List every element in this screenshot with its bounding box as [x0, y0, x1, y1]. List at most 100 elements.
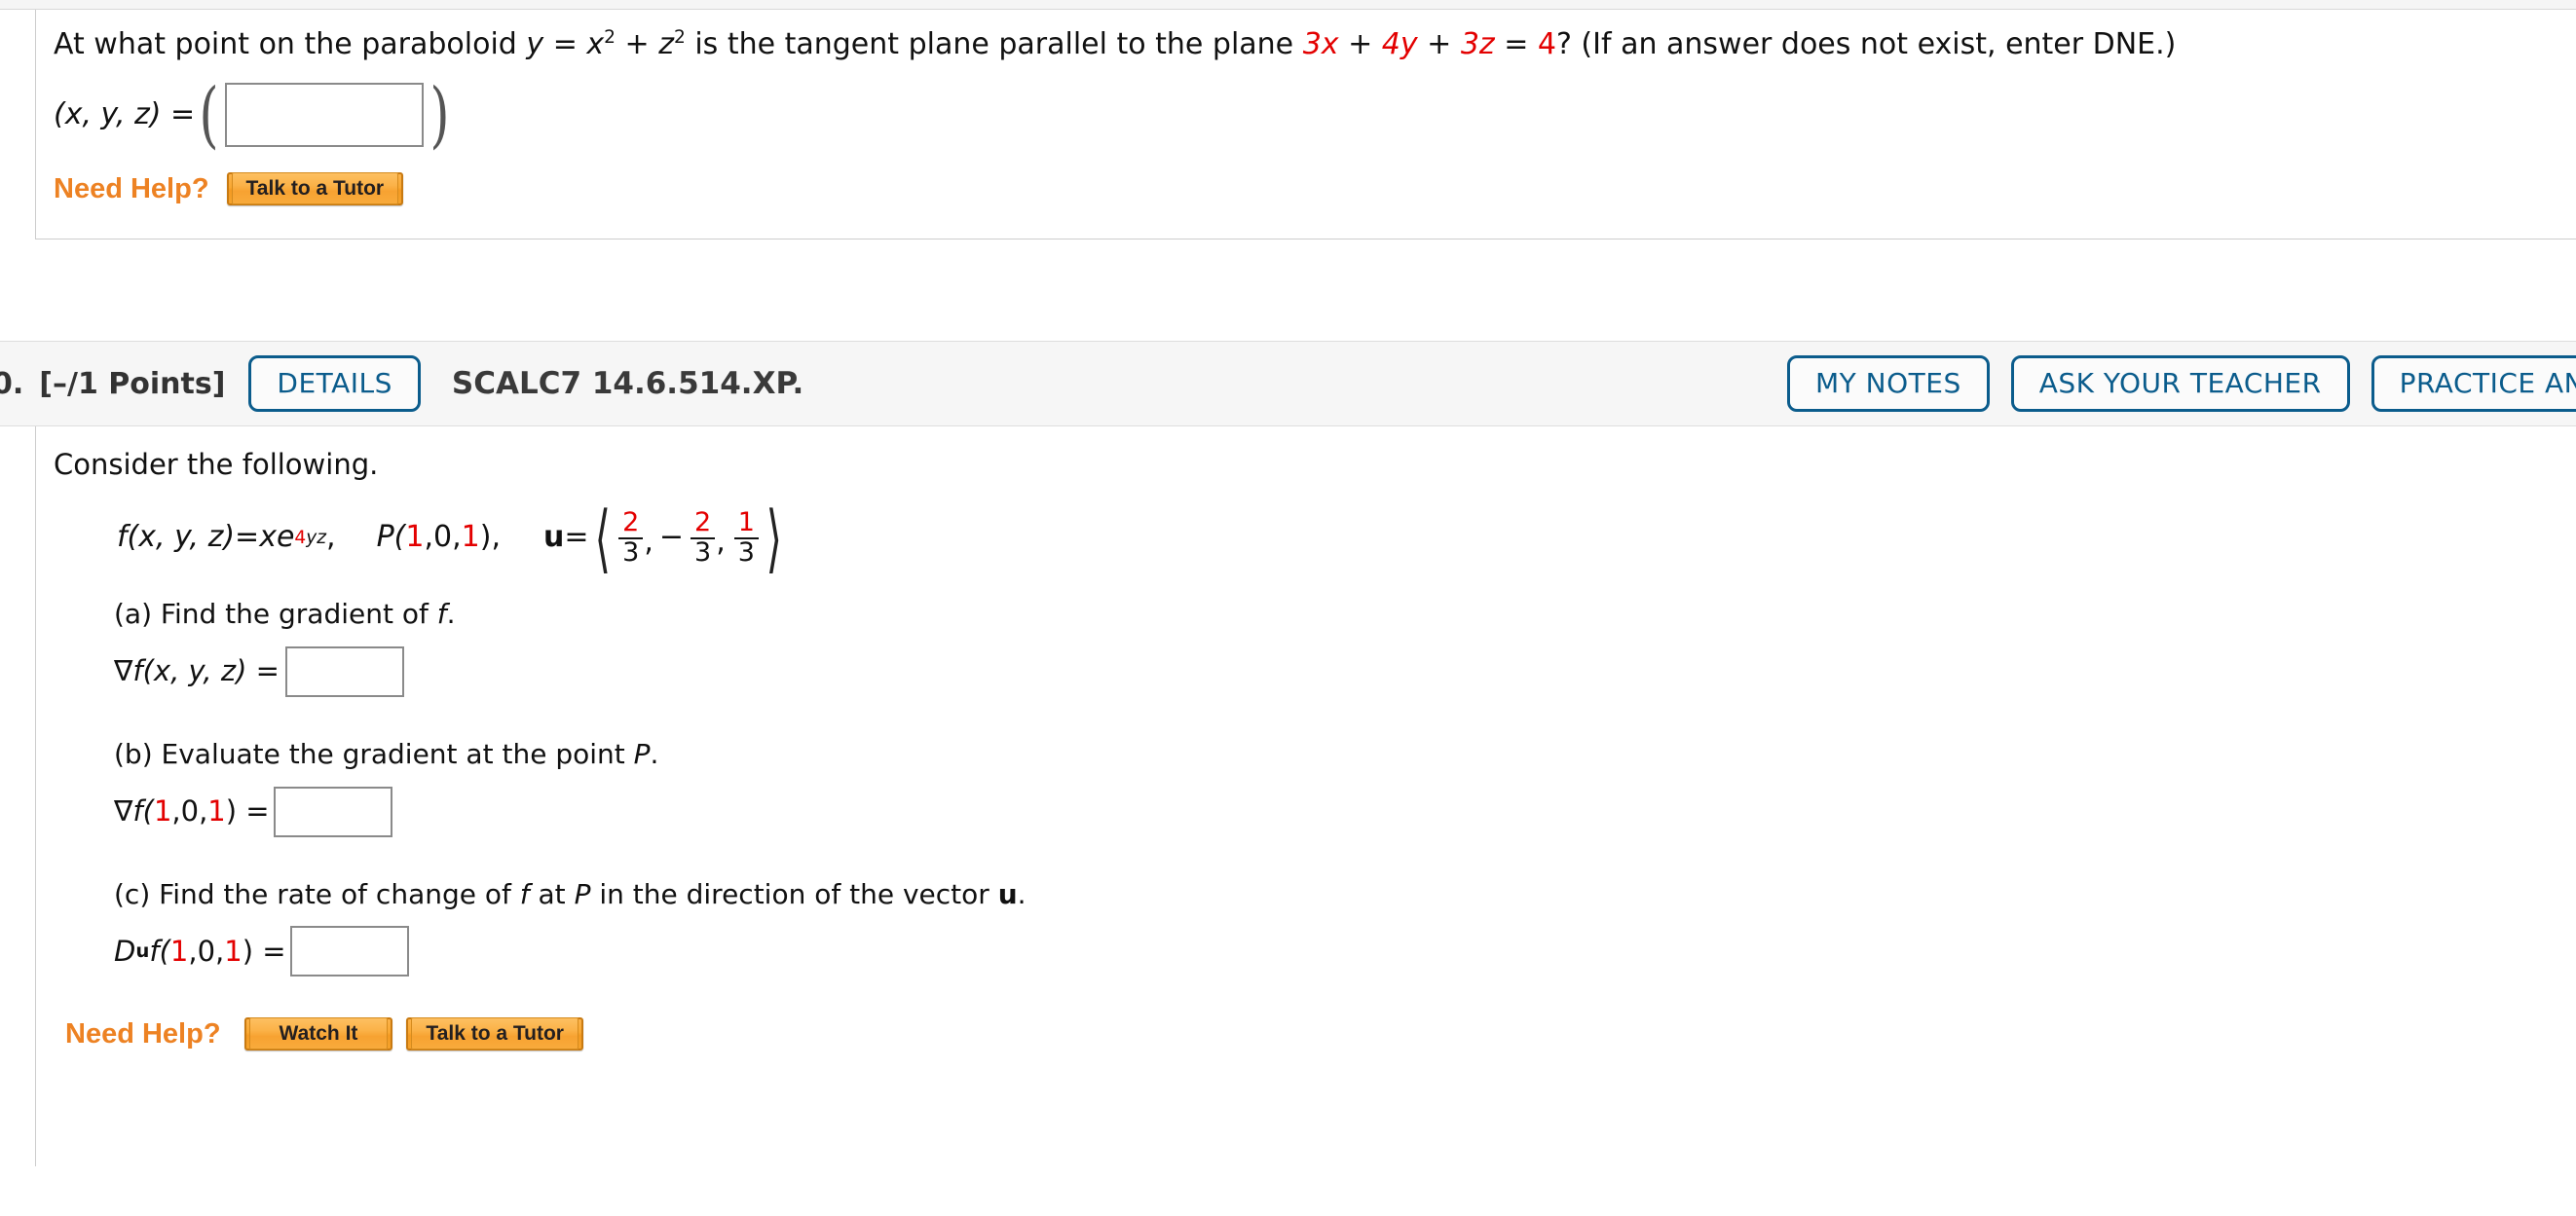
- question-2-header-right: MY NOTES ASK YOUR TEACHER PRACTICE ANOTH…: [1766, 355, 2576, 413]
- part-b-prompt-point: P: [633, 737, 651, 770]
- vector-component-2-sign: −: [658, 520, 685, 555]
- part-a-answer-label: ∇f(x, y, z) =: [114, 654, 280, 688]
- part-b-coord-1: 1: [153, 793, 172, 828]
- angle-bracket-close-icon: ⟩: [765, 495, 782, 582]
- part-c-coord-2: 1: [224, 934, 243, 968]
- open-paren: (: [199, 72, 219, 157]
- question-1-body: At what point on the paraboloid y = x2 +…: [35, 10, 2576, 240]
- part-c-sep-1: ,: [188, 934, 198, 968]
- question-code: SCALC7 14.6.514.XP.: [451, 366, 804, 402]
- angle-bracket-open-icon: ⟨: [595, 495, 612, 582]
- part-c-answer-row: Du f(1, 0, 1) =: [114, 926, 2576, 977]
- part-b-sep-2: ,: [199, 793, 208, 828]
- part-b-answer-row: ∇f(1, 0, 1) =: [114, 786, 2576, 837]
- part-b-sep-1: ,: [171, 793, 181, 828]
- part-b-close: ) =: [225, 793, 270, 828]
- part-c: (c) Find the rate of change of f at P in…: [114, 876, 2576, 977]
- vector-component-2-denominator: 3: [691, 536, 716, 567]
- point-sep-1: ,: [424, 520, 433, 555]
- part-b: (b) Evaluate the gradient at the point P…: [114, 736, 2576, 837]
- plane-term-3z: 3z: [1460, 27, 1495, 61]
- function-expression: xe: [259, 520, 295, 555]
- prompt-text-post: ? (If an answer does not exist, enter DN…: [1555, 27, 2177, 61]
- part-c-directional-d: D: [114, 934, 136, 968]
- part-c-prompt-vector: u: [997, 877, 1018, 910]
- vector-component-3: 1 3: [733, 507, 759, 567]
- talk-to-tutor-label-2: Talk to a Tutor: [411, 1017, 579, 1050]
- part-c-prompt-text-1: (c) Find the rate of change of: [114, 877, 520, 910]
- point-close: ),: [479, 520, 501, 555]
- plane-plus-1: +: [1338, 27, 1382, 61]
- answer-label: (x, y, z) =: [54, 96, 196, 131]
- point-p-label: P(: [376, 520, 406, 555]
- part-a-prompt-text: (a) Find the gradient of: [114, 597, 437, 630]
- plane-term-4y-text: 4y: [1381, 27, 1418, 61]
- my-notes-button[interactable]: MY NOTES: [1787, 355, 1990, 413]
- part-c-answer-label-f: f(: [149, 934, 170, 968]
- vector-component-2: 2 3: [691, 507, 716, 567]
- part-a: (a) Find the gradient of f. ∇f(x, y, z) …: [114, 596, 2576, 697]
- question-block-2: 0. [–/1 Points] DETAILS SCALC7 14.6.514.…: [0, 341, 2576, 1167]
- talk-to-tutor-button-2[interactable]: Talk to a Tutor: [406, 1017, 583, 1051]
- part-c-prompt: (c) Find the rate of change of f at P in…: [114, 876, 2576, 913]
- watch-it-label: Watch It: [248, 1017, 389, 1050]
- part-c-answer-input[interactable]: [289, 926, 409, 977]
- page-top-strip: [0, 0, 2576, 10]
- question-2-intro: Consider the following.: [54, 448, 379, 482]
- vector-component-2-numerator: 2: [694, 507, 712, 538]
- part-b-prompt-period: .: [650, 737, 659, 770]
- function-definition-line: f(x, y, z) = xe 4yz, P(1, 0, 1), u = ⟨ 2 …: [117, 495, 2576, 582]
- equation-exponent-2: 2: [673, 27, 686, 48]
- part-c-coord-0: 0: [197, 934, 216, 968]
- part-c-prompt-point: P: [574, 877, 591, 910]
- point-coord-1: 1: [405, 520, 425, 555]
- answer-input-coords[interactable]: [225, 82, 425, 147]
- vector-u-equals: =: [564, 520, 589, 555]
- part-b-answer-input[interactable]: [273, 786, 392, 837]
- equation-equals: =: [543, 27, 587, 61]
- part-b-coord-0: 0: [180, 793, 200, 828]
- talk-to-tutor-label: Talk to a Tutor: [231, 172, 399, 205]
- part-a-answer-input[interactable]: [284, 645, 404, 697]
- equation-x: x: [586, 27, 605, 61]
- prompt-text-pre: At what point on the paraboloid: [54, 27, 527, 61]
- question-2-body: Consider the following. f(x, y, z) = xe 4…: [35, 426, 2576, 1167]
- vector-component-1-numerator: 2: [622, 507, 640, 538]
- vector-component-3-numerator: 1: [737, 507, 755, 538]
- part-c-coord-1: 1: [169, 934, 189, 968]
- question-gap: [0, 240, 2576, 342]
- equation-z: z: [658, 27, 674, 61]
- ask-your-teacher-button[interactable]: ASK YOUR TEACHER: [2010, 355, 2350, 413]
- plane-plus-2: +: [1417, 27, 1461, 61]
- talk-to-tutor-button[interactable]: Talk to a Tutor: [226, 172, 404, 206]
- watch-it-button[interactable]: Watch It: [243, 1017, 393, 1051]
- part-c-close: ) =: [242, 934, 286, 968]
- practice-another-button[interactable]: PRACTICE ANOTHER: [2371, 355, 2576, 413]
- close-paren: ): [429, 72, 450, 157]
- point-sep-2: ,: [452, 520, 462, 555]
- part-a-answer-row: ∇f(x, y, z) =: [114, 645, 2576, 697]
- question-2-need-help: Need Help? Watch It Talk to a Tutor: [65, 1017, 2576, 1051]
- vector-component-1: 2 3: [618, 507, 644, 567]
- part-c-prompt-text-3: in the direction of the vector: [590, 877, 998, 910]
- question-2-header-left: 0. [–/1 Points] DETAILS SCALC7 14.6.514.…: [0, 355, 804, 413]
- question-1-prompt: At what point on the paraboloid y = x2 +…: [54, 25, 2576, 65]
- vector-component-3-denominator: 3: [733, 536, 759, 567]
- function-label: f(x, y, z): [117, 520, 236, 555]
- part-a-prompt-fn: f: [436, 597, 447, 630]
- part-c-prompt-fn: f: [519, 877, 530, 910]
- prompt-text-mid: is the tangent plane parallel to the pla…: [685, 27, 1303, 61]
- point-coord-0: 0: [433, 520, 453, 555]
- function-comma: ,: [326, 520, 336, 555]
- question-block-1: At what point on the paraboloid y = x2 +…: [0, 10, 2576, 240]
- details-button[interactable]: DETAILS: [248, 355, 421, 413]
- part-b-prompt-text: (b) Evaluate the gradient at the point: [114, 737, 634, 770]
- question-number: 0.: [0, 366, 24, 401]
- vector-component-1-denominator: 3: [618, 536, 644, 567]
- function-exponent-vars: yz: [306, 527, 327, 548]
- function-equals: =: [235, 520, 260, 555]
- plane-constant: 4: [1537, 27, 1556, 61]
- point-coord-2: 1: [461, 520, 480, 555]
- question-1-need-help: Need Help? Talk to a Tutor: [54, 172, 2576, 206]
- vector-u-label: u: [542, 520, 565, 555]
